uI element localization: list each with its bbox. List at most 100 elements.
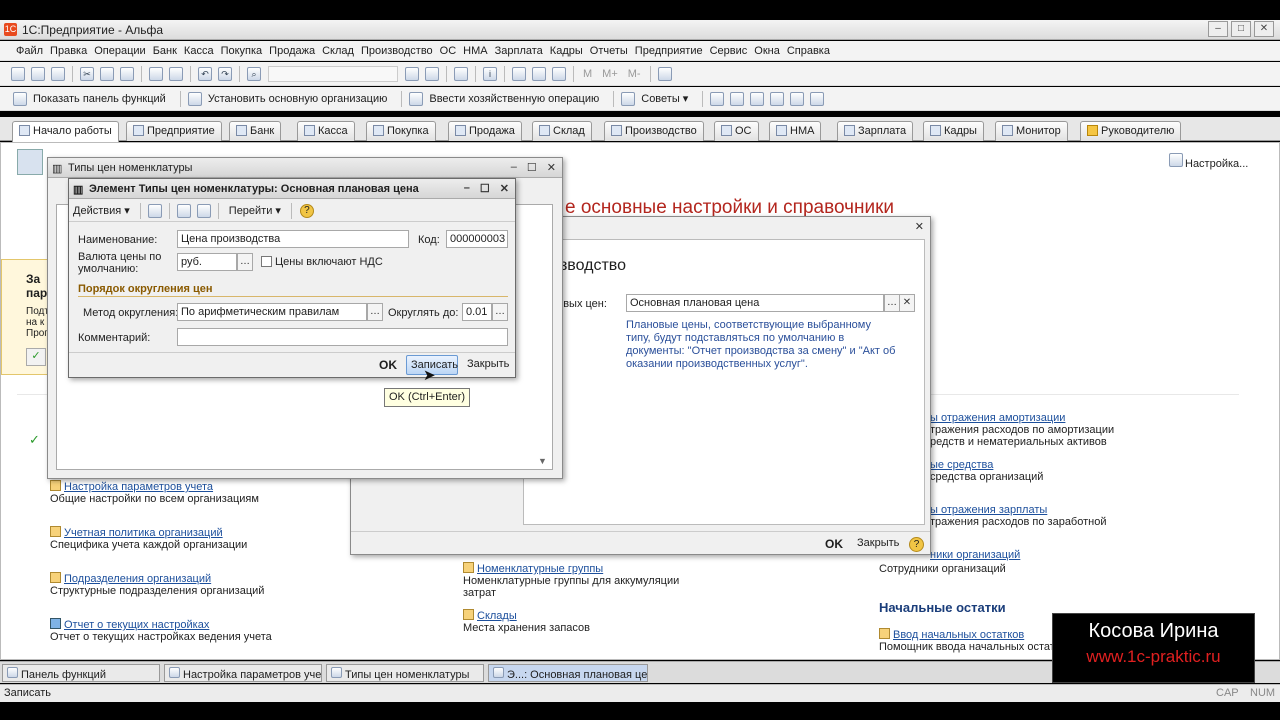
close-button[interactable]: Закрыть [463, 355, 513, 375]
select-button[interactable]: … [884, 294, 900, 312]
close-icon[interactable]: ✕ [500, 182, 509, 195]
memory-minus-icon[interactable]: M- [628, 68, 641, 80]
task-functions-panel[interactable]: Панель функций [2, 664, 160, 682]
tab-hr[interactable]: Кадры [923, 121, 984, 141]
rounding-method-select-button[interactable]: … [367, 303, 383, 321]
search-icon[interactable]: ⌕ [247, 66, 261, 81]
find-prev-icon[interactable] [425, 66, 439, 81]
check-icon[interactable]: ✓ [26, 348, 46, 366]
menu-bank[interactable]: Банк [153, 45, 177, 57]
vat-checkbox[interactable] [261, 256, 272, 267]
section-link[interactable]: Номенклатурные группы [477, 563, 603, 575]
set-org-button[interactable]: Установить основную организацию [185, 91, 387, 106]
section-link[interactable]: Настройка параметров учета [64, 481, 213, 493]
close-button[interactable]: ✕ [1254, 21, 1274, 37]
maximize-icon[interactable]: ☐ [527, 161, 537, 174]
menu-production[interactable]: Производство [361, 45, 433, 57]
minimize-icon[interactable]: – [464, 182, 470, 195]
close-button[interactable]: Закрыть [853, 534, 903, 554]
tool-6-icon[interactable] [810, 91, 825, 106]
section-link[interactable]: Ввод начальных остатков [893, 629, 1024, 641]
tab-manager[interactable]: Руководителю [1080, 121, 1182, 141]
menu-purchase[interactable]: Покупка [221, 45, 263, 57]
section-link[interactable]: Подразделения организаций [64, 573, 211, 585]
code-field[interactable]: 000000003 [446, 230, 508, 248]
minimize-button[interactable]: – [1208, 21, 1228, 37]
tool-5-icon[interactable] [790, 91, 805, 106]
rounding-method-field[interactable]: По арифметическим правилам [177, 303, 367, 321]
window-icon[interactable] [454, 66, 468, 81]
refresh-icon[interactable] [196, 203, 211, 218]
memory-m-icon[interactable]: M [583, 68, 592, 80]
ok-button[interactable]: OK [821, 534, 847, 554]
section-link[interactable]: ники организаций [930, 549, 1020, 561]
menu-file[interactable]: Файл [16, 45, 43, 57]
clear-icon[interactable]: ✕ [899, 294, 915, 312]
price-type-field[interactable]: Основная плановая цена [626, 294, 884, 312]
name-field[interactable]: Цена производства [177, 230, 409, 248]
menu-service[interactable]: Сервис [710, 45, 748, 57]
section-link[interactable]: ы отражения амортизации [930, 412, 1065, 424]
tool-4-icon[interactable] [770, 91, 785, 106]
tab-production[interactable]: Производство [604, 121, 704, 141]
menu-edit[interactable]: Правка [50, 45, 87, 57]
tool-1-icon[interactable] [710, 91, 725, 106]
tool-2-icon[interactable] [730, 91, 745, 106]
undo-icon[interactable]: ↶ [198, 66, 212, 81]
paste-icon[interactable] [120, 66, 134, 81]
clipboard-icon[interactable] [552, 66, 566, 81]
tab-sales[interactable]: Продажа [448, 121, 522, 141]
minimize-icon[interactable]: – [511, 161, 517, 174]
menu-cash[interactable]: Касса [184, 45, 214, 57]
tab-monitor[interactable]: Монитор [995, 121, 1068, 141]
task-price-type-element[interactable]: Э...: Основная плановая цена [488, 664, 648, 682]
task-price-types[interactable]: Типы цен номенклатуры [326, 664, 484, 682]
tool-3-icon[interactable] [750, 91, 765, 106]
calculator-icon[interactable] [512, 66, 526, 81]
calendar-icon[interactable] [532, 66, 546, 81]
search-input[interactable] [268, 65, 398, 82]
menu-warehouse[interactable]: Склад [322, 45, 354, 57]
section-link[interactable]: ые средства [930, 459, 993, 471]
restore-button[interactable]: □ [1231, 21, 1251, 37]
tools-icon[interactable] [657, 66, 672, 81]
tab-fixed-assets[interactable]: ОС [714, 121, 759, 141]
ok-button[interactable]: OK [375, 355, 401, 375]
tab-bank[interactable]: Банк [229, 121, 282, 141]
copy-icon[interactable] [100, 66, 114, 81]
menu-intangibles[interactable]: НМА [463, 45, 487, 57]
task-accounting-settings[interactable]: Настройка параметров уче... [164, 664, 322, 682]
print-icon[interactable] [149, 66, 163, 81]
tab-start[interactable]: Начало работы [12, 121, 119, 142]
enter-operation-button[interactable]: Ввести хозяйственную операцию [406, 91, 599, 106]
memory-plus-icon[interactable]: M+ [602, 68, 618, 80]
tips-button[interactable]: Советы ▾ [618, 91, 688, 106]
menu-operations[interactable]: Операции [94, 45, 145, 57]
close-icon[interactable]: ✕ [915, 220, 924, 233]
menu-help[interactable]: Справка [787, 45, 830, 57]
close-icon[interactable]: ✕ [547, 161, 556, 174]
help-icon[interactable]: ? [299, 203, 314, 218]
tab-purchase[interactable]: Покупка [366, 121, 436, 141]
menu-fixed-assets[interactable]: ОС [440, 45, 457, 57]
tab-warehouse[interactable]: Склад [532, 121, 592, 141]
info-icon[interactable]: i [483, 66, 497, 81]
redo-icon[interactable]: ↷ [218, 66, 232, 81]
tab-cash[interactable]: Касса [297, 121, 355, 141]
help-icon[interactable]: ? [909, 537, 924, 552]
section-link[interactable]: Учетная политика организаций [64, 527, 223, 539]
menu-hr[interactable]: Кадры [550, 45, 583, 57]
section-link[interactable]: ы отражения зарплаты [930, 504, 1047, 516]
currency-select-button[interactable]: … [237, 253, 253, 271]
tab-intangibles[interactable]: НМА [769, 121, 822, 141]
round-to-select-button[interactable]: … [492, 303, 508, 321]
tab-salary[interactable]: Зарплата [837, 121, 914, 141]
find-next-icon[interactable] [405, 66, 419, 81]
round-to-field[interactable]: 0.01 [462, 303, 492, 321]
tab-enterprise[interactable]: Предприятие [126, 121, 222, 141]
open-icon[interactable] [31, 66, 45, 81]
menu-sales[interactable]: Продажа [269, 45, 315, 57]
section-link[interactable]: Отчет о текущих настройках [64, 619, 209, 631]
cut-icon[interactable]: ✂ [80, 66, 94, 81]
comment-field[interactable] [177, 328, 508, 346]
